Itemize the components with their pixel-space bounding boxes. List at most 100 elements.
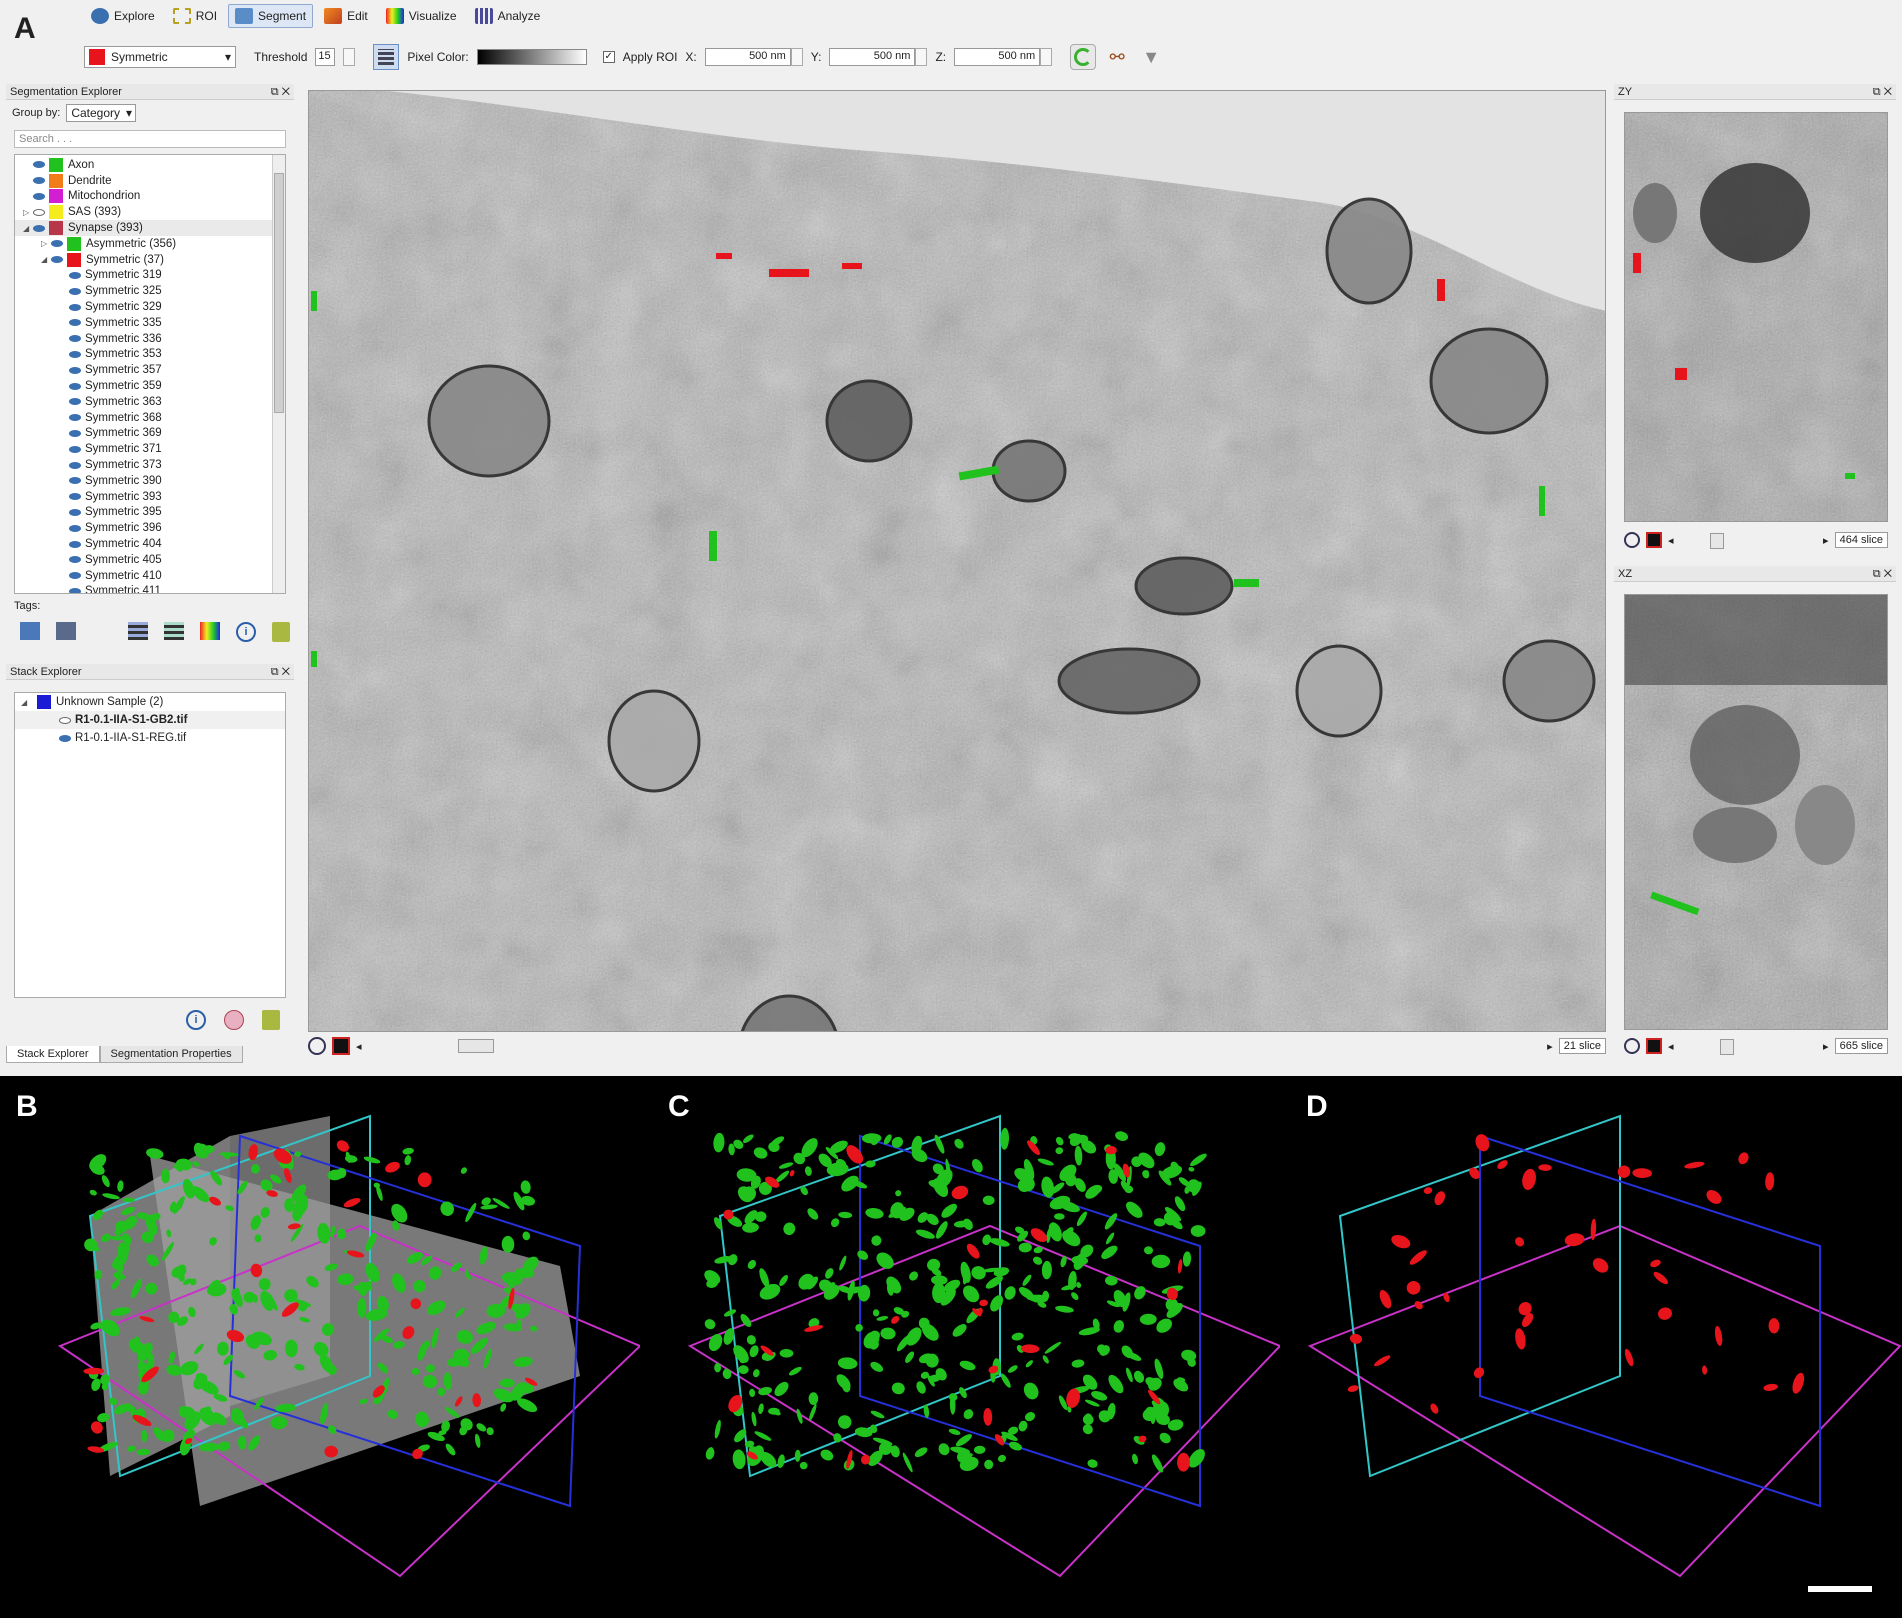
tab-stack-explorer[interactable]: Stack Explorer bbox=[6, 1046, 100, 1063]
eye-icon[interactable] bbox=[69, 556, 81, 564]
tree-item[interactable]: Symmetric 410 bbox=[15, 568, 285, 584]
film-settings-icon[interactable] bbox=[164, 622, 184, 640]
expand-icon[interactable]: ▷ bbox=[41, 239, 51, 248]
xy-view[interactable] bbox=[308, 90, 1606, 1032]
tree-item[interactable]: Symmetric 335 bbox=[15, 315, 285, 331]
tree-item[interactable]: Symmetric 369 bbox=[15, 426, 285, 442]
zoom-reset-icon[interactable] bbox=[308, 1037, 326, 1055]
info-icon[interactable]: i bbox=[236, 622, 256, 642]
zy-view[interactable] bbox=[1624, 112, 1888, 522]
slider-thumb[interactable] bbox=[457, 1039, 494, 1053]
tree-item[interactable]: Symmetric 368 bbox=[15, 410, 285, 426]
eye-icon[interactable] bbox=[59, 734, 71, 742]
screenshot-icon[interactable] bbox=[56, 622, 76, 640]
eye-icon[interactable] bbox=[51, 256, 63, 264]
eye-icon[interactable] bbox=[33, 224, 45, 232]
filter-button[interactable]: ▼ bbox=[1138, 44, 1164, 70]
tree-item[interactable]: Symmetric 363 bbox=[15, 394, 285, 410]
tree-item[interactable]: Symmetric 329 bbox=[15, 299, 285, 315]
brain-icon[interactable] bbox=[224, 1010, 244, 1030]
tree-item[interactable]: ▷ SAS (393) bbox=[15, 204, 285, 220]
scroll-left-icon[interactable]: ◂ bbox=[356, 1040, 362, 1053]
x-spinner[interactable] bbox=[790, 48, 803, 66]
sample-row[interactable]: ◢ Unknown Sample (2) bbox=[15, 693, 285, 711]
connect-button[interactable]: ⚯ bbox=[1104, 44, 1130, 70]
colormap-icon[interactable] bbox=[1646, 1038, 1662, 1054]
tree-item[interactable]: ◢ Symmetric (37) bbox=[15, 252, 285, 268]
tree-item[interactable]: Symmetric 390 bbox=[15, 473, 285, 489]
eye-icon[interactable] bbox=[69, 414, 81, 422]
zy-slice-input[interactable]: 464 slice bbox=[1834, 532, 1888, 548]
tree-item[interactable]: Symmetric 357 bbox=[15, 362, 285, 378]
slider-thumb[interactable] bbox=[1709, 533, 1724, 549]
stack-tree[interactable]: ◢ Unknown Sample (2) R1-0.1-IIA-S1-GB2.ti… bbox=[14, 692, 286, 998]
dock-close-icon[interactable]: ⧉ ✕ bbox=[1873, 84, 1892, 100]
y-spinner[interactable] bbox=[915, 48, 928, 66]
eye-icon[interactable] bbox=[69, 319, 81, 327]
zoom-reset-icon[interactable] bbox=[1624, 532, 1640, 548]
expand-icon[interactable]: ▷ bbox=[23, 208, 33, 217]
expand-icon[interactable]: ◢ bbox=[41, 255, 51, 264]
file-row[interactable]: R1-0.1-IIA-S1-GB2.tif bbox=[15, 711, 285, 729]
expand-icon[interactable]: ◢ bbox=[23, 224, 33, 233]
tab-analyze[interactable]: Analyze bbox=[468, 4, 548, 28]
eye-icon[interactable] bbox=[69, 429, 81, 437]
eye-icon[interactable] bbox=[69, 366, 81, 374]
tree-item[interactable]: Symmetric 404 bbox=[15, 536, 285, 552]
scroll-left-icon[interactable]: ◂ bbox=[1668, 1040, 1674, 1053]
eye-icon[interactable] bbox=[33, 177, 45, 185]
eye-icon[interactable] bbox=[69, 398, 81, 406]
tree-item[interactable]: Symmetric 411 bbox=[15, 584, 285, 593]
eye-hidden-icon[interactable] bbox=[33, 208, 45, 216]
tree-item[interactable]: Symmetric 359 bbox=[15, 378, 285, 394]
tree-item[interactable]: Symmetric 353 bbox=[15, 347, 285, 363]
pick-pixel-button[interactable] bbox=[373, 44, 400, 70]
eye-icon[interactable] bbox=[69, 508, 81, 516]
colormap-icon[interactable] bbox=[332, 1037, 350, 1055]
eye-icon[interactable] bbox=[69, 540, 81, 548]
z-spinner[interactable] bbox=[1040, 48, 1053, 66]
slice-slider[interactable] bbox=[1680, 1039, 1818, 1055]
eye-icon[interactable] bbox=[69, 335, 81, 343]
eye-icon[interactable] bbox=[69, 572, 81, 580]
scrollbar-thumb[interactable] bbox=[274, 173, 284, 413]
camera-icon[interactable] bbox=[20, 622, 40, 640]
pixel-color-range[interactable] bbox=[476, 49, 587, 65]
tree-item[interactable]: ▷ Asymmetric (356) bbox=[15, 236, 285, 252]
tab-segmentation-properties[interactable]: Segmentation Properties bbox=[99, 1046, 243, 1063]
file-row[interactable]: R1-0.1-IIA-S1-REG.tif bbox=[15, 729, 285, 747]
rainbow-icon[interactable] bbox=[200, 622, 220, 640]
eye-icon[interactable] bbox=[69, 303, 81, 311]
apply-roi-checkbox[interactable]: ✓ bbox=[602, 51, 615, 63]
xz-slice-input[interactable]: 665 slice bbox=[1834, 1038, 1888, 1054]
dock-close-icon[interactable]: ⧉ ✕ bbox=[1873, 566, 1892, 582]
tree-item[interactable]: Symmetric 325 bbox=[15, 283, 285, 299]
eye-icon[interactable] bbox=[33, 161, 45, 169]
film-icon[interactable] bbox=[128, 622, 148, 640]
eye-icon[interactable] bbox=[69, 587, 81, 593]
eye-icon[interactable] bbox=[69, 287, 81, 295]
tree-item[interactable]: Symmetric 393 bbox=[15, 489, 285, 505]
expand-icon[interactable]: ◢ bbox=[21, 698, 31, 707]
threshold-spinner[interactable] bbox=[343, 48, 356, 66]
threshold-input[interactable]: 15 bbox=[315, 48, 336, 66]
tree-item[interactable]: Symmetric 395 bbox=[15, 505, 285, 521]
apply-button[interactable] bbox=[1070, 44, 1097, 70]
tree-item[interactable]: Symmetric 371 bbox=[15, 441, 285, 457]
scroll-right-icon[interactable]: ▸ bbox=[1823, 1040, 1829, 1053]
zoom-reset-icon[interactable] bbox=[1624, 1038, 1640, 1054]
tree-item[interactable]: Mitochondrion bbox=[15, 189, 285, 205]
z-input[interactable]: 500 nm bbox=[954, 48, 1041, 66]
eye-icon[interactable] bbox=[69, 493, 81, 501]
tab-visualize[interactable]: Visualize bbox=[379, 4, 464, 28]
scroll-left-icon[interactable]: ◂ bbox=[1668, 534, 1674, 547]
eye-icon[interactable] bbox=[33, 192, 45, 200]
xz-view[interactable] bbox=[1624, 594, 1888, 1030]
eye-icon[interactable] bbox=[51, 240, 63, 248]
scroll-right-icon[interactable]: ▸ bbox=[1823, 534, 1829, 547]
tree-item[interactable]: Symmetric 405 bbox=[15, 552, 285, 568]
eye-icon[interactable] bbox=[69, 350, 81, 358]
info-icon[interactable]: i bbox=[186, 1010, 206, 1030]
eye-icon[interactable] bbox=[69, 382, 81, 390]
xy-slice-input[interactable]: 21 slice bbox=[1558, 1038, 1606, 1054]
